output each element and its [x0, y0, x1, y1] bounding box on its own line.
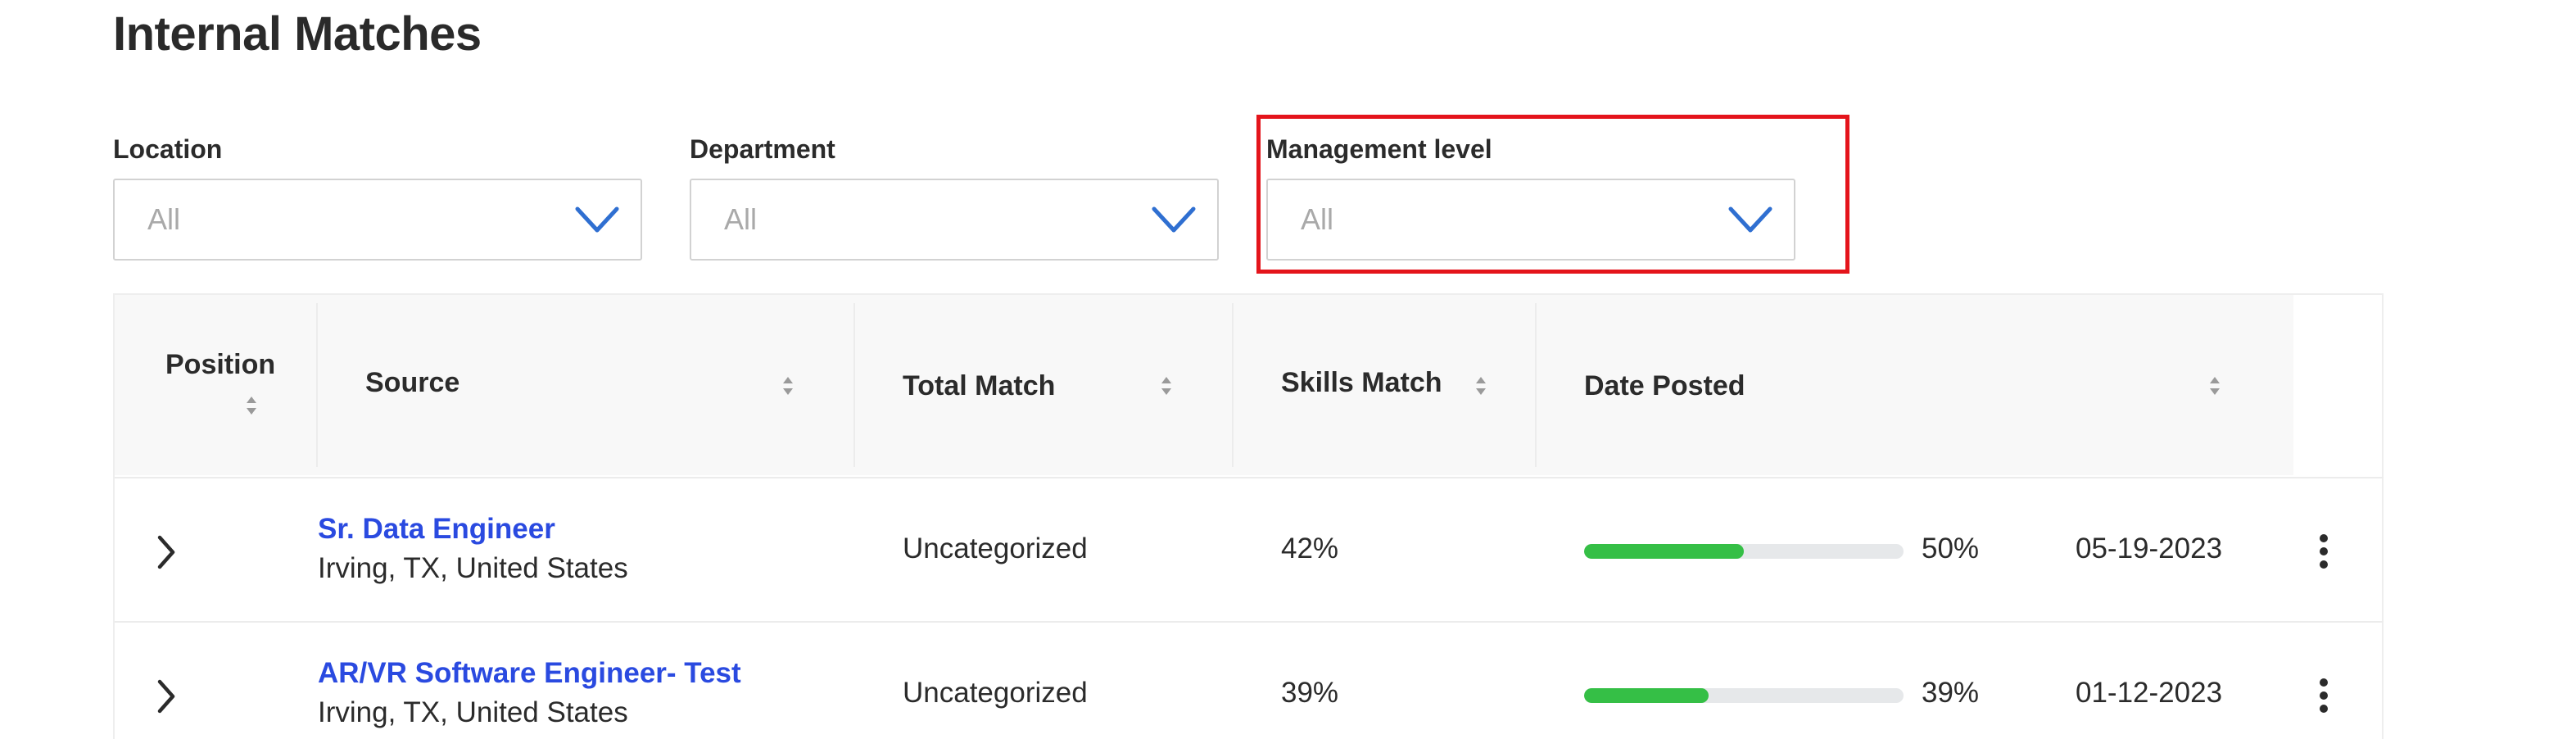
- position-title-link[interactable]: Sr. Data Engineer: [318, 513, 555, 546]
- date-posted-cell: 01-12-2023: [2076, 677, 2223, 709]
- column-header-total-match[interactable]: Total Match: [855, 295, 1232, 475]
- highlight-box: [1256, 115, 1849, 274]
- skills-match-percent: 50%: [1922, 533, 1980, 564]
- location-select[interactable]: All: [113, 179, 642, 261]
- sort-icon[interactable]: [1474, 375, 1487, 397]
- location-filter: Location All: [113, 129, 642, 261]
- skills-match-progress-fill: [1584, 544, 1744, 559]
- column-header-total-match-label: Total Match: [903, 370, 1056, 401]
- sort-icon[interactable]: [2208, 375, 2221, 397]
- total-match-cell: 42%: [1281, 533, 1339, 564]
- location-filter-label: Location: [113, 134, 223, 164]
- column-header-skills-match[interactable]: Skills Match: [1234, 295, 1535, 475]
- column-header-position[interactable]: Position: [115, 295, 316, 475]
- position-location: Irving, TX, United States: [318, 552, 628, 584]
- position-location: Irving, TX, United States: [318, 696, 628, 728]
- page-title: Internal Matches: [113, 7, 482, 61]
- chevron-down-icon: [1152, 206, 1196, 233]
- column-header-source[interactable]: Source: [318, 295, 853, 475]
- table-row: AR/VR Software Engineer- Test Irving, TX…: [115, 623, 2384, 739]
- date-posted-cell: 05-19-2023: [2076, 533, 2223, 564]
- table-header: Position Source Total Match Skills Match: [115, 295, 2293, 475]
- sort-icon[interactable]: [781, 375, 795, 397]
- sort-icon[interactable]: [1160, 375, 1173, 397]
- department-select[interactable]: All: [690, 179, 1219, 261]
- total-match-cell: 39%: [1281, 677, 1339, 709]
- column-header-date-posted[interactable]: Date Posted: [1537, 295, 2293, 475]
- skills-match-progress: [1584, 544, 1904, 559]
- sort-icon[interactable]: [245, 395, 258, 416]
- source-cell: Uncategorized: [903, 533, 1088, 564]
- more-vertical-icon[interactable]: [2318, 677, 2329, 714]
- skills-match-progress: [1584, 688, 1904, 703]
- chevron-right-icon[interactable]: [156, 678, 177, 714]
- department-select-value: All: [724, 202, 758, 236]
- skills-match-percent: 39%: [1922, 677, 1980, 709]
- chevron-right-icon[interactable]: [156, 534, 177, 570]
- department-filter: Department All: [690, 129, 1219, 261]
- more-vertical-icon[interactable]: [2318, 533, 2329, 570]
- skills-match-progress-fill: [1584, 688, 1709, 703]
- department-filter-label: Department: [690, 134, 835, 164]
- chevron-down-icon: [575, 206, 619, 233]
- column-header-source-label: Source: [365, 367, 460, 398]
- position-title-link[interactable]: AR/VR Software Engineer- Test: [318, 657, 741, 690]
- location-select-value: All: [147, 202, 181, 236]
- table-row: Sr. Data Engineer Irving, TX, United Sta…: [115, 477, 2384, 623]
- source-cell: Uncategorized: [903, 677, 1088, 709]
- column-header-date-posted-label: Date Posted: [1584, 370, 1745, 401]
- column-header-skills-match-label: Skills Match: [1281, 367, 1442, 398]
- matches-table: Position Source Total Match Skills Match: [113, 293, 2384, 739]
- column-header-position-label: Position: [165, 349, 276, 380]
